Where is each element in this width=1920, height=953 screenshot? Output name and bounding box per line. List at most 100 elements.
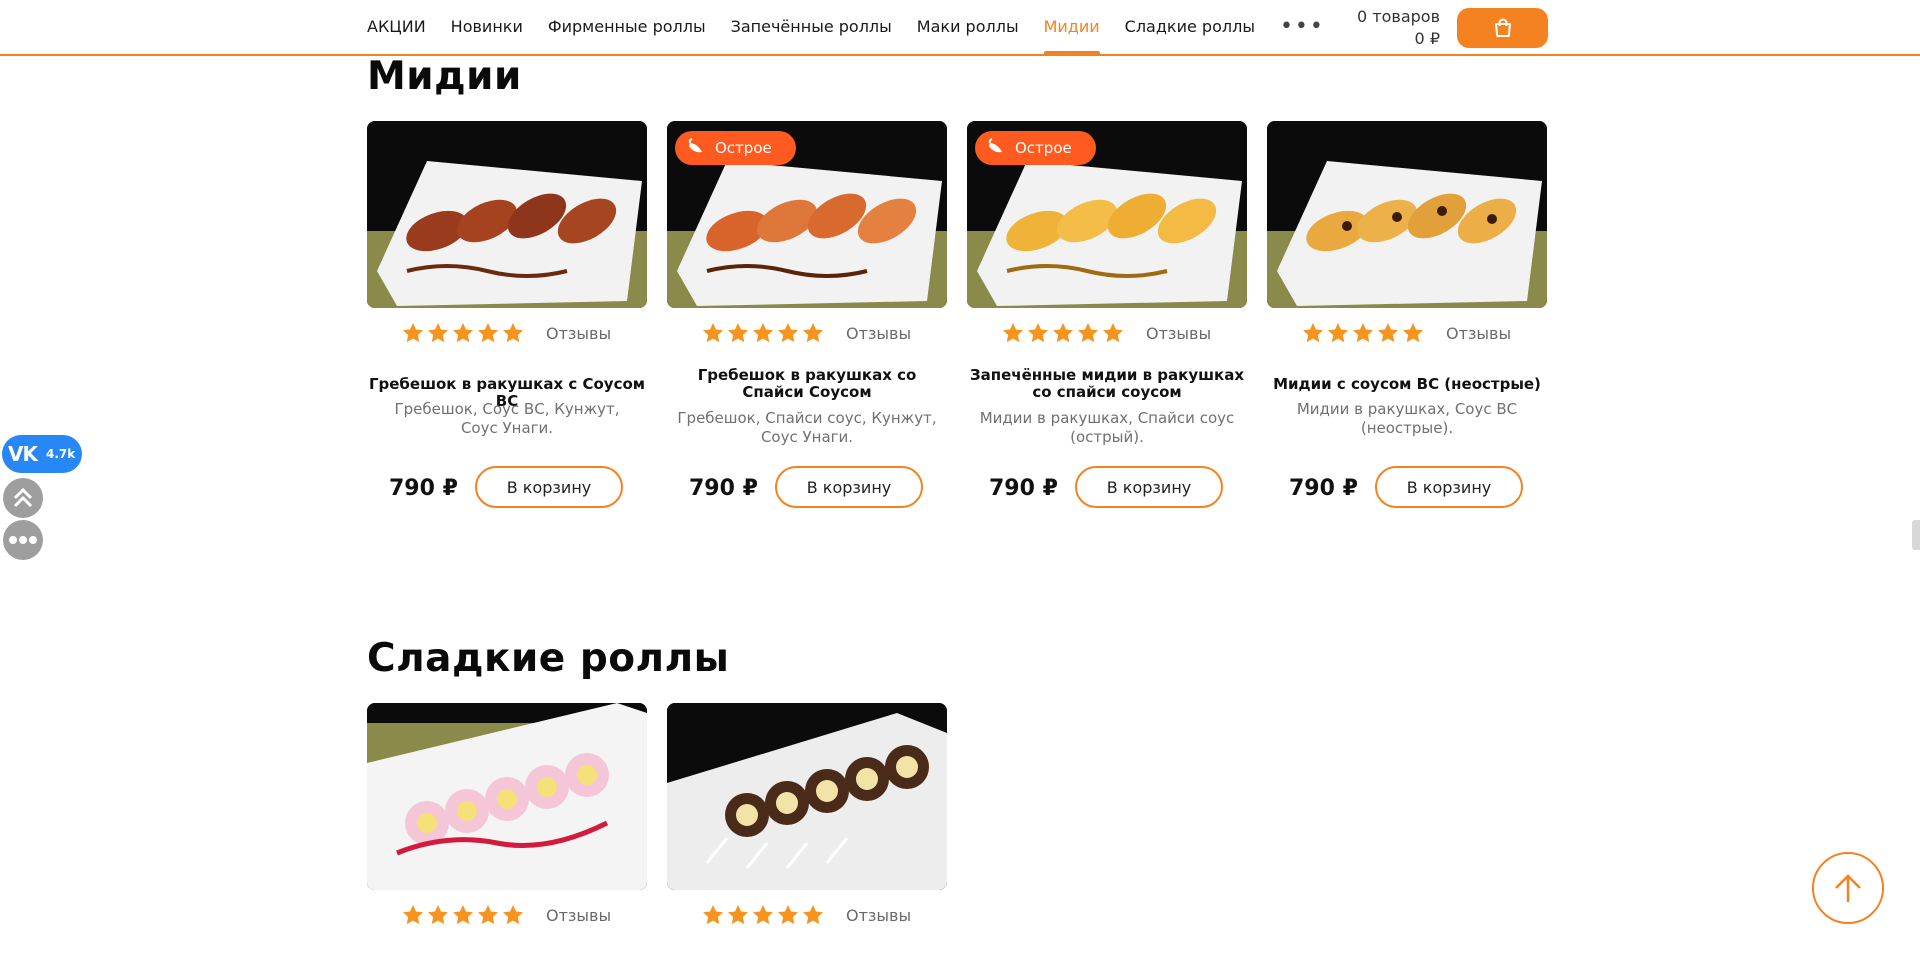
more-dots-icon[interactable]: ••• — [1280, 0, 1325, 54]
star-icon — [1328, 323, 1348, 343]
star-icon — [403, 323, 423, 343]
product-image[interactable]: Острое — [667, 121, 947, 308]
add-to-cart-button[interactable]: В корзину — [775, 466, 923, 508]
cart-count: 0 товаров — [1357, 7, 1440, 26]
product-card: Отзывы Гребешок в ракушках с Соусом ВС Г… — [367, 121, 647, 508]
product-card: Острое Отзывы Запечённые мидии в ракушка… — [967, 121, 1247, 508]
star-icon — [1403, 323, 1423, 343]
cart-total: 0 ₽ — [1414, 29, 1440, 48]
product-price: 790 ₽ — [989, 476, 1058, 501]
star-icon — [1003, 323, 1023, 343]
star-icon — [503, 323, 523, 343]
product-image[interactable] — [1267, 121, 1547, 308]
product-description: Мидии в ракушках, Спайси соус (острый). — [979, 409, 1235, 446]
star-icon — [778, 323, 798, 343]
rating: Отзывы — [701, 903, 911, 927]
product-card: Отзывы Мидии с соусом ВС (неострые) Миди… — [1267, 121, 1547, 508]
product-description: Мидии в ракушках, Соус ВС (неострые). — [1296, 400, 1518, 437]
product-card: Отзывы — [367, 703, 647, 925]
double-chevron-up-icon — [13, 487, 33, 508]
vk-share-widget[interactable]: VK 4.7k — [2, 435, 82, 473]
reviews-link[interactable]: Отзывы — [1446, 324, 1511, 343]
star-icon — [428, 323, 448, 343]
scroll-to-top-button[interactable] — [1812, 852, 1884, 924]
cart-button[interactable] — [1457, 8, 1548, 48]
product-name: Мидии с соусом ВС (неострые) — [1273, 375, 1541, 393]
product-image[interactable] — [367, 703, 647, 890]
side-scroll-tab[interactable] — [1912, 520, 1920, 550]
rating: Отзывы — [701, 321, 911, 345]
star-icon — [1103, 323, 1123, 343]
rating: Отзывы — [1001, 321, 1211, 345]
product-name: Гребешок в ракушках со Спайси Соусом — [697, 366, 917, 401]
star-icon — [1028, 323, 1048, 343]
product-image[interactable]: Острое — [967, 121, 1247, 308]
star-icon — [403, 905, 423, 925]
nav-item-maki-rolls[interactable]: Маки роллы — [917, 0, 1019, 54]
reviews-link[interactable]: Отзывы — [546, 324, 611, 343]
vk-share-count: 4.7k — [45, 447, 76, 461]
section-title-sweet-rolls: Сладкие роллы — [367, 636, 730, 681]
star-icon — [703, 323, 723, 343]
nav-item-promotions[interactable]: АКЦИИ — [367, 0, 426, 54]
reviews-link[interactable]: Отзывы — [546, 906, 611, 925]
star-icon — [803, 905, 823, 925]
nav-item-signature-rolls[interactable]: Фирменные роллы — [548, 0, 706, 54]
rating: Отзывы — [401, 903, 611, 927]
shopping-bag-icon — [1494, 18, 1511, 37]
star-icon — [753, 323, 773, 343]
star-icon — [478, 905, 498, 925]
star-icon — [1378, 323, 1398, 343]
reviews-link[interactable]: Отзывы — [846, 906, 911, 925]
product-image[interactable] — [367, 121, 647, 308]
star-icon — [478, 323, 498, 343]
star-icon — [453, 323, 473, 343]
add-to-cart-button[interactable]: В корзину — [1375, 466, 1523, 508]
star-icon — [803, 323, 823, 343]
star-icon — [1303, 323, 1323, 343]
rating: Отзывы — [401, 321, 611, 345]
product-description: Гребешок, Соус ВС, Кунжут, Соус Унаги. — [394, 400, 620, 437]
reviews-link[interactable]: Отзывы — [846, 324, 911, 343]
star-icon — [1078, 323, 1098, 343]
star-icon — [453, 905, 473, 925]
more-dots-icon — [9, 536, 37, 544]
nav-item-mussels[interactable]: Мидии — [1043, 0, 1100, 54]
badge-label: Острое — [715, 139, 772, 157]
star-icon — [428, 905, 448, 925]
spicy-badge: Острое — [975, 131, 1096, 165]
category-nav: АКЦИИ Новинки Фирменные роллы Запечённые… — [367, 0, 1325, 54]
product-price: 790 ₽ — [389, 476, 458, 501]
rating: Отзывы — [1301, 321, 1511, 345]
product-price: 790 ₽ — [689, 476, 758, 501]
star-icon — [503, 905, 523, 925]
product-price: 790 ₽ — [1289, 476, 1358, 501]
cart-summary[interactable]: 0 товаров 0 ₽ — [1330, 6, 1440, 50]
badge-label: Острое — [1015, 139, 1072, 157]
star-icon — [728, 905, 748, 925]
nav-item-sweet-rolls[interactable]: Сладкие роллы — [1125, 0, 1255, 54]
product-name: Запечённые мидии в ракушках со спайси со… — [969, 366, 1245, 401]
top-navigation-bar: АКЦИИ Новинки Фирменные роллы Запечённые… — [0, 0, 1920, 56]
chili-pepper-icon — [988, 138, 1002, 153]
arrow-up-icon — [1835, 874, 1861, 902]
star-icon — [1353, 323, 1373, 343]
reviews-link[interactable]: Отзывы — [1146, 324, 1211, 343]
scroll-top-side-button[interactable] — [3, 478, 43, 518]
add-to-cart-button[interactable]: В корзину — [475, 466, 623, 508]
section-title-mussels: Мидии — [367, 54, 522, 99]
product-card: Острое Отзывы Гребешок в ракушках со Спа… — [667, 121, 947, 508]
more-share-button[interactable] — [3, 520, 43, 560]
star-icon — [703, 905, 723, 925]
vk-logo-icon: VK — [8, 442, 38, 466]
star-icon — [753, 905, 773, 925]
nav-item-new[interactable]: Новинки — [451, 0, 523, 54]
product-card: Отзывы — [667, 703, 947, 925]
star-icon — [728, 323, 748, 343]
add-to-cart-button[interactable]: В корзину — [1075, 466, 1223, 508]
spicy-badge: Острое — [675, 131, 796, 165]
nav-item-baked-rolls[interactable]: Запечённые роллы — [731, 0, 892, 54]
star-icon — [1053, 323, 1073, 343]
product-image[interactable] — [667, 703, 947, 890]
chili-pepper-icon — [688, 138, 702, 153]
